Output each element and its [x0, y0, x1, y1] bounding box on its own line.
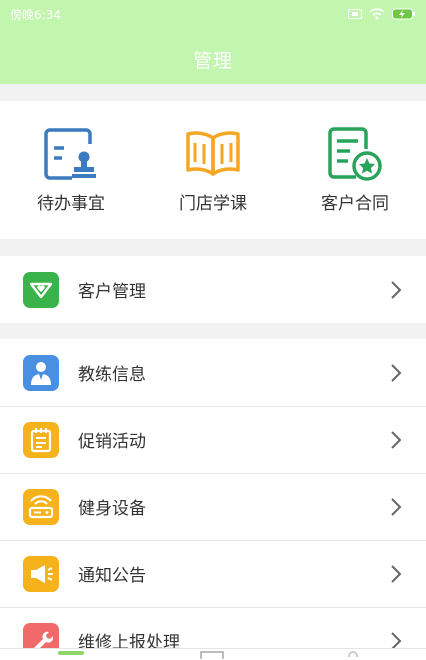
tab-home-indicator[interactable]	[58, 651, 84, 655]
quick-actions-panel: 待办事宜 门店学课 客户合同	[0, 101, 426, 239]
quick-action-label: 待办事宜	[37, 194, 105, 214]
tab-profile-indicator[interactable]	[348, 651, 358, 657]
announcement-icon	[23, 555, 59, 592]
menu-item-label: 健身设备	[78, 499, 146, 519]
sim-icon	[348, 9, 362, 19]
menu-group-customer: 客户管理	[0, 256, 426, 323]
chevron-right-icon	[391, 565, 402, 583]
menu-item-coach-info[interactable]: 教练信息	[0, 339, 426, 406]
wifi-icon	[369, 8, 385, 20]
status-icons	[348, 8, 416, 20]
quick-action-store-course[interactable]: 门店学课	[148, 101, 278, 239]
battery-icon	[392, 8, 415, 20]
promotion-icon	[23, 421, 59, 458]
menu-item-promotions[interactable]: 促销活动	[0, 406, 426, 473]
chevron-right-icon	[391, 281, 402, 299]
menu-item-fitness-equipment[interactable]: 健身设备	[0, 473, 426, 540]
menu-group-operations: 教练信息 促销活动 健身设备 通知公告 维修上报处理	[0, 339, 426, 660]
quick-action-todo[interactable]: 待办事宜	[6, 101, 136, 239]
open-book-icon	[183, 127, 243, 181]
quick-action-contract[interactable]: 客户合同	[290, 101, 420, 239]
menu-item-announcements[interactable]: 通知公告	[0, 540, 426, 607]
menu-item-label: 客户管理	[78, 282, 146, 302]
tab-center-indicator[interactable]	[200, 651, 224, 659]
bottom-tab-bar	[0, 648, 426, 660]
customer-heart-icon	[23, 271, 59, 308]
status-time: 傍晚6:34	[10, 7, 61, 22]
menu-item-label: 促销活动	[78, 432, 146, 452]
app-header: 傍晚6:34 管理	[0, 0, 426, 84]
chevron-right-icon	[391, 364, 402, 382]
chevron-right-icon	[391, 498, 402, 516]
coach-icon	[23, 354, 59, 391]
page-title: 管理	[192, 50, 233, 72]
todo-stamp-icon	[41, 127, 101, 181]
status-bar: 傍晚6:34	[0, 0, 426, 28]
contract-star-icon	[325, 127, 385, 181]
quick-action-label: 客户合同	[321, 194, 389, 214]
quick-action-label: 门店学课	[179, 194, 247, 214]
menu-item-customer-management[interactable]: 客户管理	[0, 256, 426, 323]
menu-item-label: 通知公告	[78, 566, 146, 586]
equipment-icon	[23, 488, 59, 525]
chevron-right-icon	[391, 431, 402, 449]
menu-item-label: 教练信息	[78, 365, 146, 385]
